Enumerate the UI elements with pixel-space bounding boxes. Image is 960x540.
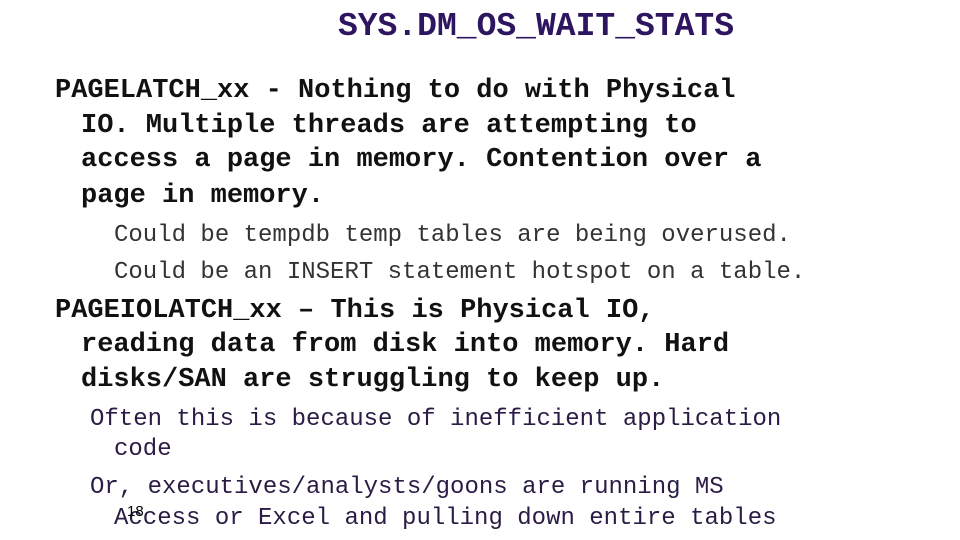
sub-bullet-line: Could be an INSERT statement hotspot on … [114,259,806,286]
sub-bullet-line: Access or Excel and pulling down entire … [114,505,777,532]
page-number: 18 [127,503,144,520]
bullet-line: access a page in memory. Contention over… [81,145,762,175]
bullet-line: PAGEIOLATCH_xx – This is Physical IO, [55,296,655,326]
sub-bullet-line: Could be tempdb temp tables are being ov… [114,222,791,249]
bullet-line: IO. Multiple threads are attempting to [81,111,697,141]
bullet-line: page in memory. [81,181,325,211]
slide-title: SYS.DM_OS_WAIT_STATS [337,8,735,45]
bullet-line: disks/SAN are struggling to keep up. [81,365,665,395]
sub-bullet-line: Often this is because of inefficient app… [90,406,782,433]
sub-bullet-line: code [114,436,172,463]
bullet-line: reading data from disk into memory. Hard [81,330,730,360]
sub-bullet-line: Or, executives/analysts/goons are runnin… [90,474,724,501]
bullet-line: PAGELATCH_xx - Nothing to do with Physic… [55,76,736,106]
